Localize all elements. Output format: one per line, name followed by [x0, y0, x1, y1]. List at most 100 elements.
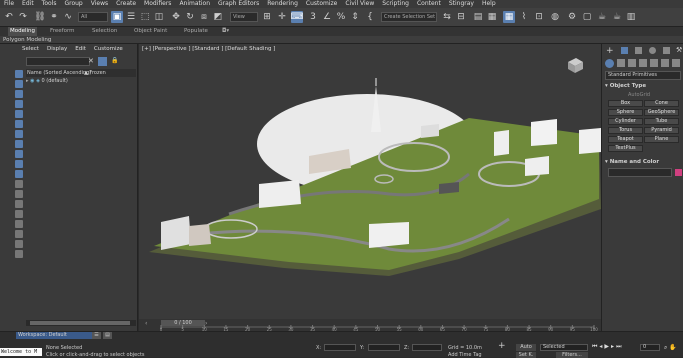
coord-x-field[interactable] [324, 344, 356, 351]
torus-button[interactable]: Torus [608, 127, 643, 134]
display-none-icon[interactable] [15, 200, 23, 208]
add-time-tag[interactable]: Add Time Tag [448, 352, 482, 358]
cone-button[interactable]: Cone [644, 100, 679, 107]
timeline[interactable]: ‹ 0 / 100 › 0 5 10 15 20 25 30 35 40 45 50 55 60 65 70… [139, 319, 601, 331]
lights-category-icon[interactable] [628, 59, 636, 67]
zoom-icon[interactable]: ⌕ [664, 344, 667, 352]
scene-options-icon[interactable] [15, 250, 23, 258]
scene-explorer-icon[interactable]: ▤ [472, 11, 484, 23]
tab-selection[interactable]: Selection [90, 27, 119, 36]
menu-graph-editors[interactable]: Graph Editors [214, 0, 263, 8]
shapes-category-icon[interactable] [617, 59, 625, 67]
textplus-button[interactable]: TextPlus [608, 145, 643, 152]
move-icon[interactable]: ✥ [170, 11, 182, 23]
placement-icon[interactable]: ◩ [212, 11, 224, 23]
align-icon[interactable]: ⊟ [455, 11, 467, 23]
display-containers-icon[interactable] [15, 160, 23, 168]
display-xrefs-icon[interactable] [15, 140, 23, 148]
tab-populate[interactable]: Populate [182, 27, 210, 36]
layer-explorer-icon[interactable]: ▦ [486, 11, 498, 23]
display-frozen-icon[interactable] [15, 170, 23, 178]
layer-sort-icon[interactable] [15, 230, 23, 238]
motion-tab-icon[interactable] [649, 47, 656, 54]
hierarchy-sort-icon[interactable] [15, 240, 23, 248]
menu-civil-view[interactable]: Civil View [341, 0, 378, 8]
set-key-icon[interactable]: + [498, 341, 506, 351]
spinner-snap-icon[interactable]: ⇕ [349, 11, 361, 23]
scene-search-input[interactable] [26, 57, 90, 66]
lock-icon[interactable]: 🔒 [111, 57, 118, 64]
create-tab-icon[interactable]: + [606, 46, 614, 56]
edit-named-selection-icon[interactable]: { [364, 11, 376, 23]
bind-spacewarp-icon[interactable]: ∿ [62, 11, 74, 23]
schematic-view-icon[interactable]: ⊡ [533, 11, 545, 23]
mirror-icon[interactable]: ⇆ [441, 11, 453, 23]
display-all-icon[interactable] [15, 190, 23, 198]
expand-arrow-icon[interactable]: ▸ [26, 78, 29, 84]
current-frame-field[interactable]: 0 [640, 344, 660, 351]
window-crossing-icon[interactable]: ◫ [153, 11, 165, 23]
next-frame-icon[interactable]: ▸ [611, 343, 614, 351]
menu-rendering[interactable]: Rendering [263, 0, 302, 8]
key-mode-select[interactable]: Selected [540, 344, 588, 351]
scene-menu-customize[interactable]: Customize [90, 46, 127, 52]
hierarchy-tab-icon[interactable] [635, 47, 642, 54]
geometry-category-icon[interactable] [605, 59, 614, 68]
menu-customize[interactable]: Customize [302, 0, 342, 8]
column-name[interactable]: Name (Sorted Ascending) [26, 70, 91, 76]
display-bones-icon[interactable] [15, 150, 23, 158]
scene-scrollbar-thumb[interactable] [30, 321, 130, 325]
menu-views[interactable]: Views [87, 0, 112, 8]
category-dropdown[interactable]: Standard Primitives [605, 71, 681, 80]
helpers-category-icon[interactable] [650, 59, 658, 67]
menu-file[interactable]: File [0, 0, 18, 8]
reference-coord-select[interactable]: View [230, 12, 258, 22]
display-shapes-icon[interactable] [15, 80, 23, 88]
tab-freeform[interactable]: Freeform [48, 27, 77, 36]
percent-snap-icon[interactable]: % [335, 11, 347, 23]
display-groups-icon[interactable] [15, 130, 23, 138]
pivot-center-icon[interactable]: ⊞ [261, 11, 273, 23]
visibility-icon[interactable]: ◉ [30, 78, 34, 84]
rotate-icon[interactable]: ↻ [184, 11, 196, 23]
menu-create[interactable]: Create [112, 0, 140, 8]
scene-menu-select[interactable]: Select [18, 46, 43, 52]
display-spacewarps-icon[interactable] [15, 120, 23, 128]
coord-y-field[interactable] [368, 344, 400, 351]
display-lights-icon[interactable] [15, 90, 23, 98]
display-cameras-icon[interactable] [15, 100, 23, 108]
tube-button[interactable]: Tube [644, 118, 679, 125]
snaps-toggle-icon[interactable]: 3 [307, 11, 319, 23]
teapot-button[interactable]: Teapot [608, 136, 643, 143]
menu-scripting[interactable]: Scripting [378, 0, 413, 8]
render-iterative-icon[interactable]: ☕ [611, 11, 623, 23]
auto-key-button[interactable]: Auto [516, 344, 536, 351]
menu-stingray[interactable]: Stingray [445, 0, 478, 8]
perspective-viewport[interactable]: [+] [Perspective ] [Standard ] [Default … [139, 44, 601, 331]
ribbon-options-icon[interactable]: ◘▾ [220, 27, 231, 36]
rendered-frame-icon[interactable]: ▢ [581, 11, 593, 23]
workspace-selector[interactable]: Workspace: Default [16, 332, 92, 339]
named-selection-sets-select[interactable]: Create Selection Set [381, 12, 437, 22]
curve-editor-icon[interactable]: ⌇ [518, 11, 530, 23]
set-key-button[interactable]: Set K. [516, 352, 536, 358]
unlink-icon[interactable]: ⚭ [48, 11, 60, 23]
undo-icon[interactable]: ↶ [3, 11, 15, 23]
tab-object-paint[interactable]: Object Paint [132, 27, 169, 36]
menu-tools[interactable]: Tools [38, 0, 61, 8]
toggle-filter-icon[interactable] [15, 220, 23, 228]
layer-row[interactable]: ▸ ◉ ◈ 0 (default) [26, 77, 136, 85]
object-type-rollout[interactable]: ▾ Object Type [605, 83, 646, 89]
menu-edit[interactable]: Edit [18, 0, 38, 8]
render-setup-icon[interactable]: ⚙ [566, 11, 578, 23]
scale-icon[interactable]: ⧈ [198, 11, 210, 23]
workspace-lock-icon[interactable]: ▤ [103, 332, 112, 339]
select-object-icon[interactable]: ▣ [111, 11, 123, 23]
box-button[interactable]: Box [608, 100, 643, 107]
prev-frame-icon[interactable]: ◂ [599, 343, 602, 351]
polygon-modeling-label[interactable]: Polygon Modeling [0, 37, 51, 43]
render-cloud-icon[interactable]: ▥ [625, 11, 637, 23]
object-name-field[interactable] [608, 168, 672, 177]
render-icon[interactable]: ☕ [596, 11, 608, 23]
workspace-menu-icon[interactable]: ☰ [92, 332, 101, 339]
